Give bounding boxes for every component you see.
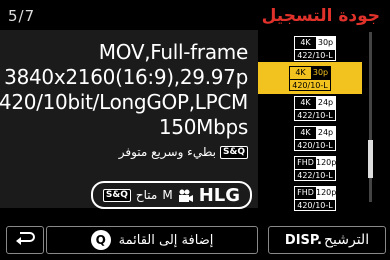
resolution-line: 3840x2160(16:9),29.97p bbox=[4, 65, 248, 89]
chip-spec: 422/10-L bbox=[297, 170, 333, 180]
quality-option[interactable]: 4K 30p 420/10-L bbox=[258, 62, 362, 94]
disp-key-label: DISP. bbox=[284, 232, 322, 248]
hlg-mode-label: متاح bbox=[135, 188, 158, 202]
hlg-badge: S&Q متاح M HLG bbox=[90, 181, 252, 209]
chip-spec: 420/10-L bbox=[297, 140, 333, 150]
hlg-sq-badge: S&Q bbox=[102, 188, 131, 202]
sq-badge: S&Q bbox=[220, 145, 248, 159]
screen: جودة التسجيل 5/7 MOV,Full-frame 3840x216… bbox=[0, 0, 390, 260]
quality-chip: 4K 24p 422/10-L bbox=[294, 95, 336, 121]
chip-resolution: FHD bbox=[297, 187, 314, 197]
page-title: جودة التسجيل bbox=[261, 6, 380, 26]
chip-resolution: 4K bbox=[295, 67, 306, 77]
chip-resolution: 4K bbox=[300, 97, 311, 107]
back-button[interactable] bbox=[6, 226, 44, 254]
chip-resolution: 4K bbox=[300, 127, 311, 137]
bitrate-line: 150Mbps bbox=[158, 115, 248, 139]
footer: إضافة إلى القائمة Q DISP. الترشيح bbox=[0, 216, 390, 260]
hlg-label: HLG bbox=[198, 184, 240, 206]
quality-option[interactable]: 4K 24p 422/10-L bbox=[268, 92, 362, 124]
filter-label: الترشيح bbox=[323, 232, 370, 248]
chip-framerate: 24p bbox=[316, 96, 335, 109]
chip-framerate: 120p bbox=[316, 156, 337, 169]
quality-option[interactable]: 4K 24p 420/10-L bbox=[268, 122, 362, 154]
hlg-mode-m: M bbox=[162, 188, 173, 202]
chip-spec: 422/10-L bbox=[297, 110, 333, 120]
format-line: MOV,Full-frame bbox=[98, 40, 249, 64]
chip-framerate: 30p bbox=[311, 66, 330, 79]
quality-option[interactable]: FHD 120p 420/10-L bbox=[268, 182, 362, 214]
sq-support-label: بطيء وسريع متوفر bbox=[118, 145, 217, 159]
quality-chip: 4K 30p 420/10-L bbox=[289, 65, 331, 91]
q-button-icon: Q bbox=[90, 230, 111, 250]
codec-line: 420/10bit/LongGOP,LPCM bbox=[0, 90, 248, 114]
quality-chip: 4K 30p 422/10-L bbox=[294, 35, 336, 61]
chip-spec: 420/10-L bbox=[292, 80, 328, 90]
quality-chip: 4K 24p 420/10-L bbox=[294, 125, 336, 151]
quality-chip: FHD 120p 420/10-L bbox=[294, 185, 337, 211]
quality-chip: FHD 120p 422/10-L bbox=[294, 155, 337, 181]
chip-spec: 422/10-L bbox=[297, 50, 333, 60]
info-panel: MOV,Full-frame 3840x2160(16:9),29.97p 42… bbox=[0, 30, 258, 209]
scrollbar-thumb[interactable] bbox=[368, 140, 373, 179]
chip-spec: 420/10-L bbox=[297, 200, 333, 210]
quality-option[interactable]: FHD 120p 422/10-L bbox=[268, 152, 362, 184]
quality-option[interactable]: 4K 30p 422/10-L bbox=[268, 32, 362, 64]
chip-framerate: 24p bbox=[316, 126, 335, 139]
movie-camera-icon bbox=[178, 188, 194, 202]
filter-button[interactable]: DISP. الترشيح bbox=[268, 226, 386, 254]
add-to-list-label: إضافة إلى القائمة bbox=[118, 232, 214, 248]
chip-framerate: 30p bbox=[316, 36, 335, 49]
chip-resolution: 4K bbox=[300, 37, 311, 47]
chip-resolution: FHD bbox=[297, 157, 314, 167]
page-indicator: 5/7 bbox=[8, 7, 36, 25]
return-arrow-icon bbox=[14, 230, 36, 250]
chip-framerate: 120p bbox=[316, 186, 337, 199]
sq-support-row: بطيء وسريع متوفر S&Q bbox=[119, 145, 248, 159]
add-to-list-button[interactable]: إضافة إلى القائمة Q bbox=[46, 226, 258, 254]
quality-list: 4K 30p 422/10-L 4K 30p 420/10-L 4K 24p 422/10-L 4… bbox=[258, 30, 362, 211]
